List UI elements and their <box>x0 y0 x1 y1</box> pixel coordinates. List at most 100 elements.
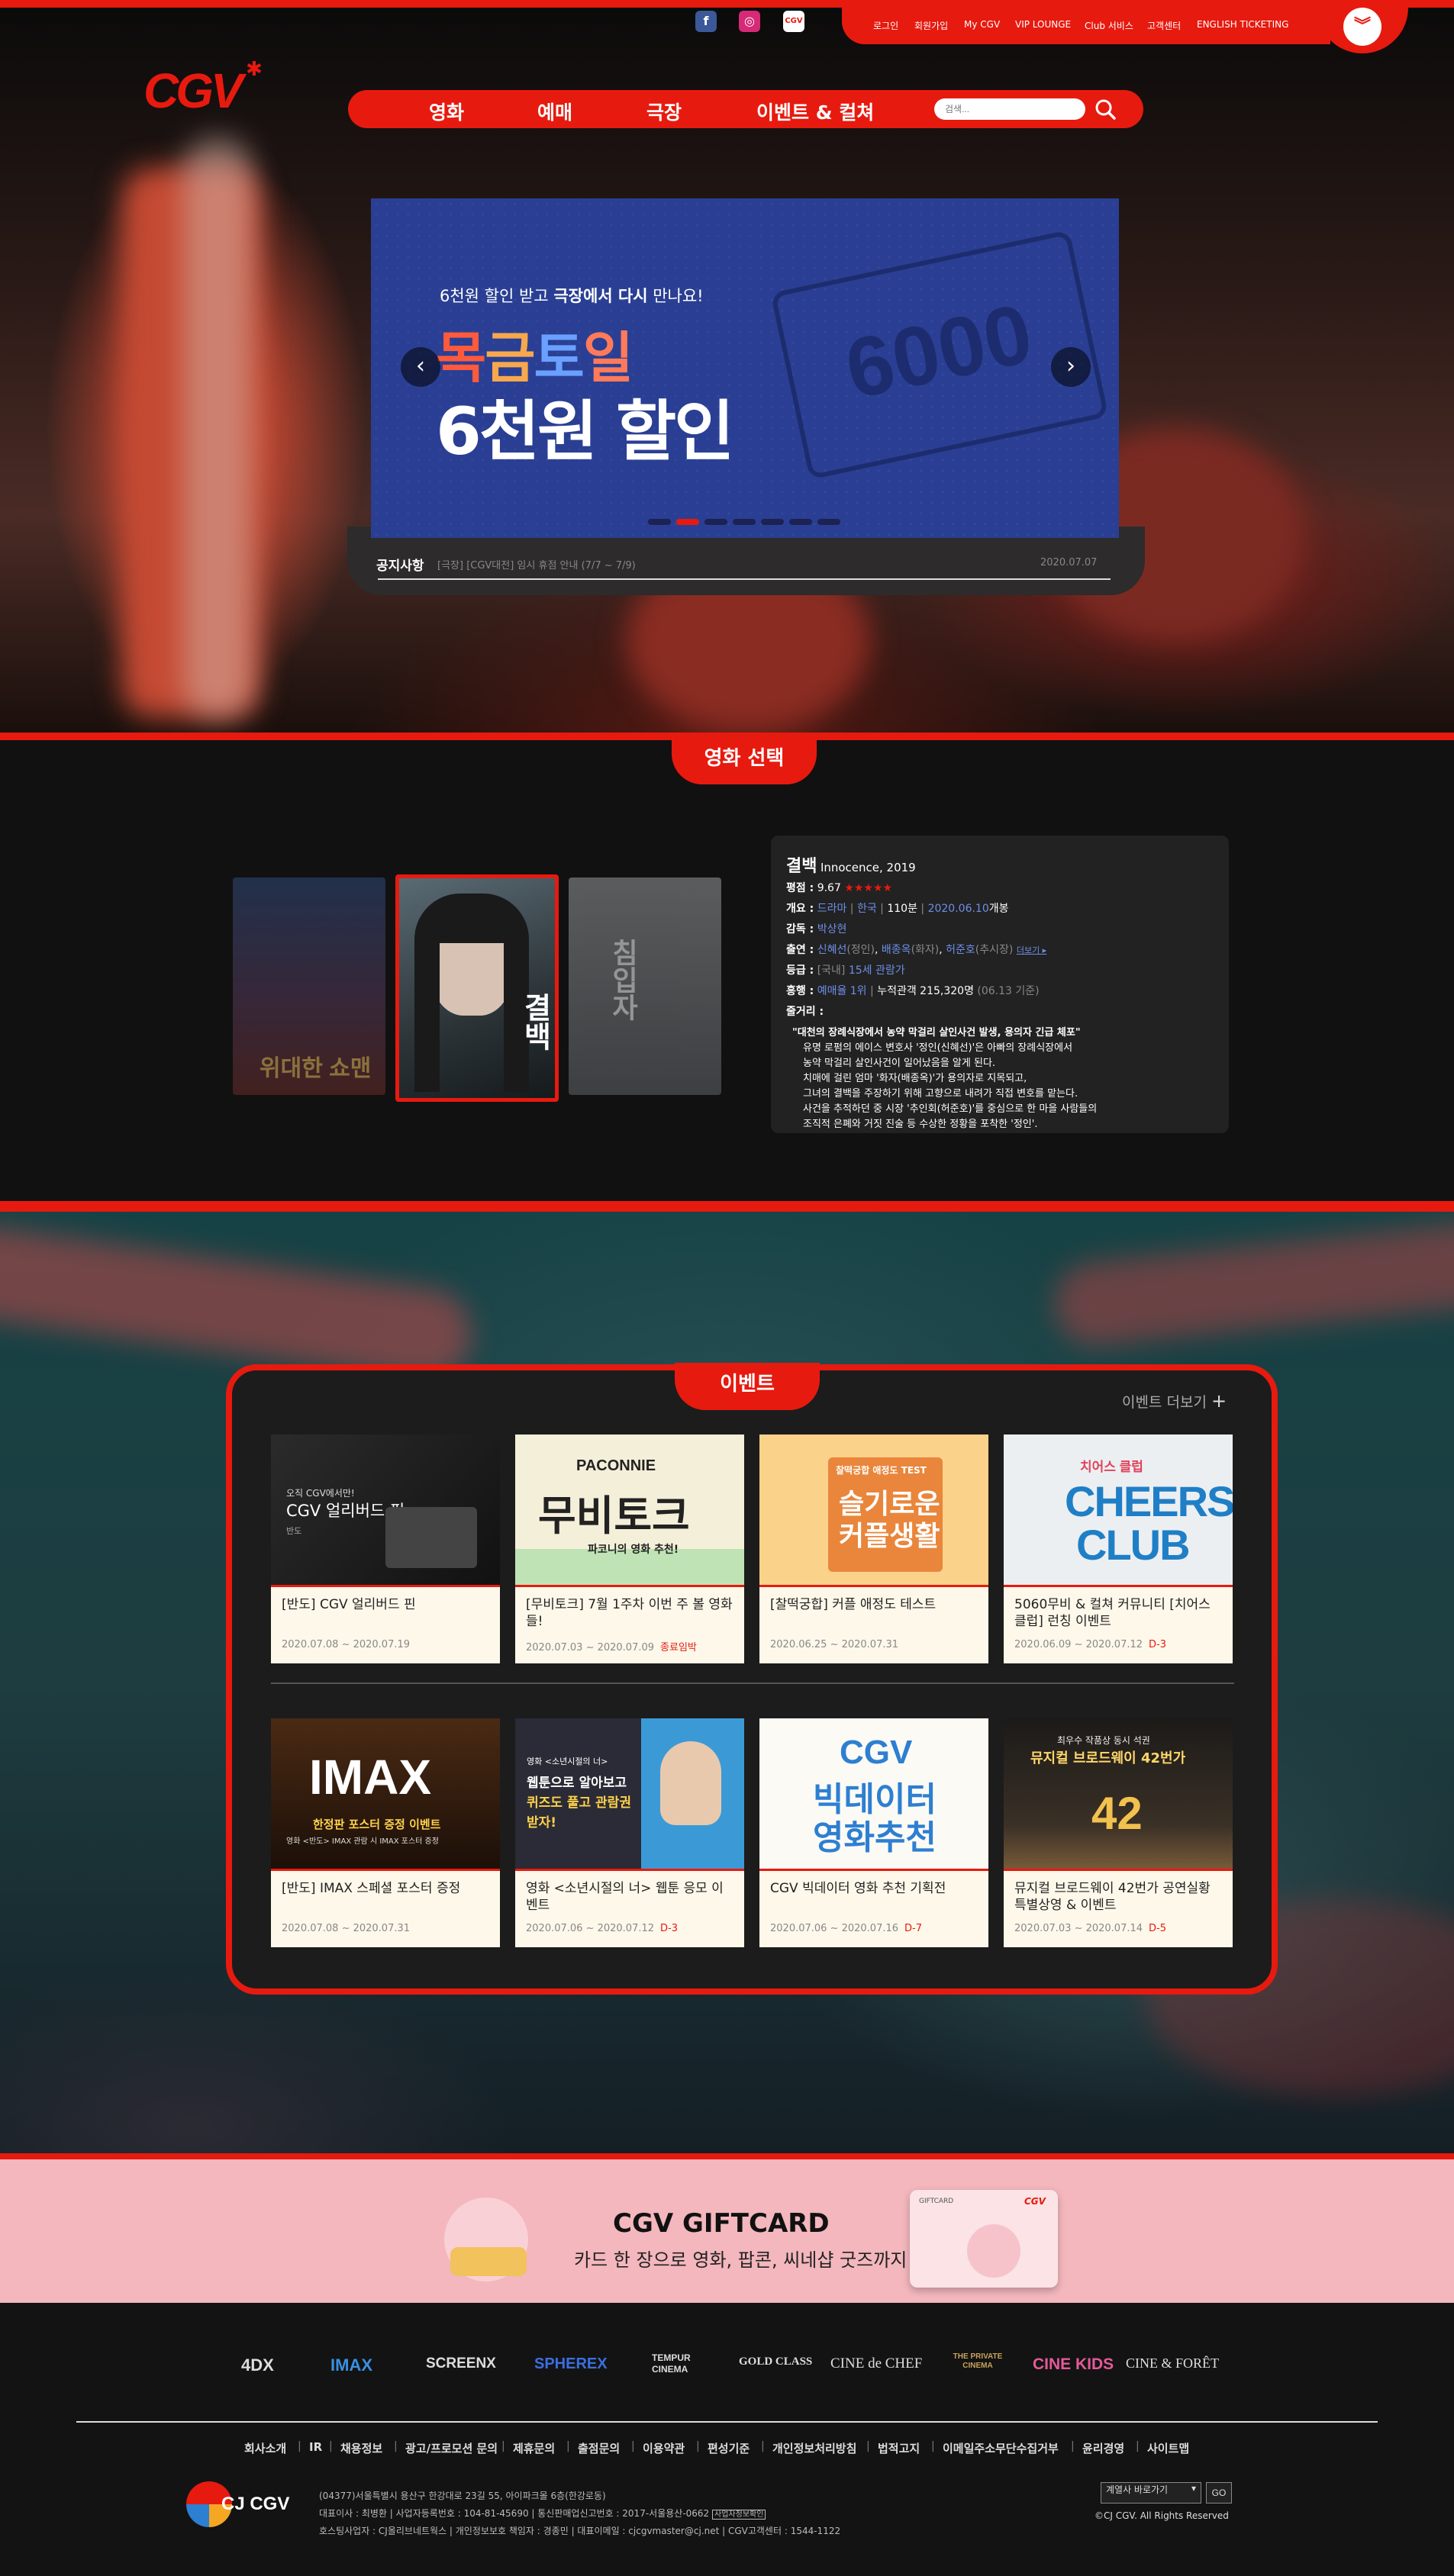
vip-lounge-link[interactable]: VIP LOUNGE <box>1015 19 1071 30</box>
footer-link-ethics[interactable]: 윤리경영 <box>1082 2440 1124 2456</box>
event-card[interactable]: 최우수 작품상 동시 석권 뮤지컬 브로드웨이 42번가 42 뮤지컬 브로드웨… <box>1004 1718 1233 1947</box>
event-title: [반도] CGV 얼리버드 핀 <box>282 1597 416 1612</box>
banner-slide-dot[interactable] <box>648 519 671 525</box>
banner-slide-dot[interactable] <box>733 519 756 525</box>
nav-movies[interactable]: 영화 <box>429 98 464 125</box>
footer-link-recruit[interactable]: 채용정보 <box>340 2440 382 2456</box>
instagram-icon[interactable]: ◎ <box>739 11 760 32</box>
mycgv-link[interactable]: My CGV <box>964 19 1000 30</box>
double-chevron-down-icon[interactable]: ︾ <box>1343 8 1381 46</box>
brand-gold-class[interactable]: GOLD CLASS <box>739 2355 812 2368</box>
footer-link-sitemap[interactable]: 사이트맵 <box>1147 2440 1189 2456</box>
brand-screenx[interactable]: SCREENX <box>426 2355 496 2372</box>
footer-link-terms[interactable]: 이용약관 <box>643 2440 685 2456</box>
event-img-text: CLUB <box>1076 1521 1191 1569</box>
facebook-icon[interactable]: f <box>695 11 717 32</box>
event-card[interactable]: 치어스 클럽 CHEERS CLUB 5060무비 & 컬쳐 커뮤니티 [치어스… <box>1004 1435 1233 1663</box>
genre-link[interactable]: 드라마 <box>817 903 847 915</box>
brand-tempur-cinema[interactable]: TEMPUR CINEMA <box>652 2352 713 2375</box>
join-link[interactable]: 회원가입 <box>914 19 948 32</box>
footer-link-store-inquiry[interactable]: 출점문의 <box>578 2440 620 2456</box>
event-card[interactable]: CGV 빅데이터 영화추천 CGV 빅데이터 영화 추천 기획전 2020.07… <box>759 1718 988 1947</box>
poster-innocence[interactable]: 결백 <box>395 874 559 1102</box>
club-service-link[interactable]: Club 서비스 <box>1085 19 1133 32</box>
cast-link[interactable]: 배종옥 <box>882 944 911 956</box>
search-input[interactable] <box>934 98 1085 120</box>
release-date[interactable]: 2020.06.10 <box>928 903 989 915</box>
brand-cine-de-chef[interactable]: CINE de CHEF <box>830 2355 922 2372</box>
event-img-text: IMAX <box>309 1750 431 1805</box>
banner-next-button[interactable]: › <box>1051 347 1091 387</box>
cast-link[interactable]: 허준호 <box>946 944 975 956</box>
brand-cine-kids[interactable]: CINE KIDS <box>1033 2355 1114 2374</box>
footer-link-legal[interactable]: 법적고지 <box>878 2440 920 2456</box>
event-card[interactable]: 오직 CGV에서만! CGV 얼리버드 핀 반도 [반도] CGV 얼리버드 핀… <box>271 1435 500 1663</box>
event-more-link[interactable]: 이벤트 더보기 + <box>1122 1390 1227 1412</box>
plot-headline: "대천의 장례식장에서 농약 막걸리 살인사건 발생, 용의자 긴급 체포" <box>792 1027 1081 1038</box>
brand-cine-foret[interactable]: CINE & FORÊT <box>1126 2355 1219 2372</box>
nav-events-culture[interactable]: 이벤트 & 컬쳐 <box>756 98 874 125</box>
event-card[interactable]: 영화 <소년시절의 너> 웹툰으로 알아보고 퀴즈도 풀고 관람권 받자! 영화… <box>515 1718 744 1947</box>
event-date: 2020.06.25 ~ 2020.07.31 <box>770 1639 899 1650</box>
login-link[interactable]: 로그인 <box>873 19 898 32</box>
event-bg-blur <box>1049 1218 1454 1351</box>
footer-link-schedule-policy[interactable]: 편성기준 <box>708 2440 750 2456</box>
nav-reservation[interactable]: 예매 <box>537 98 572 125</box>
family-site-select[interactable]: 계열사 바로가기 ▾ <box>1101 2482 1201 2504</box>
cast-more-link[interactable]: 더보기 ▸ <box>1017 945 1046 955</box>
footer-link-partnership[interactable]: 제휴문의 <box>513 2440 555 2456</box>
cast-link[interactable]: 신혜선 <box>817 944 847 956</box>
footer-link-email-refusal[interactable]: 이메일주소무단수집거부 <box>943 2440 1059 2456</box>
banner-slide-dot[interactable] <box>704 519 727 525</box>
summary-label: 개요 : <box>786 903 814 915</box>
event-card[interactable]: 찰떡궁합 애정도 TEST 슬기로운 커플생활 [찰떡궁합] 커플 애정도 테스… <box>759 1435 988 1663</box>
country-link[interactable]: 한국 <box>857 903 877 915</box>
banner-slide-dot[interactable] <box>676 519 699 525</box>
event-img-text: 찰떡궁합 애정도 TEST <box>836 1465 927 1476</box>
family-site-go-button[interactable]: GO <box>1206 2482 1232 2504</box>
banner-subtitle: 6천원 할인 받고 극장에서 다시 만나요! <box>440 287 704 305</box>
plot-line: 농약 막걸리 살인사건이 일어났음을 알게 된다. <box>803 1058 996 1069</box>
banner-slide-dot[interactable] <box>817 519 840 525</box>
event-img-text: CGV <box>840 1734 913 1771</box>
footer-separator: | <box>931 2440 935 2452</box>
movie-title: 결백 <box>786 857 817 876</box>
customer-center-link[interactable]: 고객센터 <box>1147 19 1181 32</box>
search-icon[interactable] <box>1092 96 1118 122</box>
poster-greatest-showman[interactable]: 위대한 쇼맨 <box>233 877 385 1095</box>
boxoffice-rank[interactable]: 예매율 1위 <box>817 985 867 997</box>
banner-slide-dot[interactable] <box>761 519 784 525</box>
notice-link[interactable]: [극장] [CGV대전] 임시 휴점 안내 (7/7 ~ 7/9) <box>437 557 636 572</box>
cast-role: (정인) <box>846 944 875 956</box>
event-card[interactable]: PACONNIE 무비토크 파코니의 영화 추천! [무비토크] 7월 1주차 … <box>515 1435 744 1663</box>
footer-link-company[interactable]: 회사소개 <box>244 2440 286 2456</box>
footer-link-privacy[interactable]: 개인정보처리방침 <box>772 2440 856 2456</box>
event-img-text: 영화 <소년시절의 너> <box>527 1757 608 1766</box>
event-title: 영화 <소년시절의 너> 웹툰 응모 이벤트 <box>526 1881 724 1913</box>
footer-separator: | <box>394 2440 398 2452</box>
cgv-app-icon[interactable]: CGV <box>783 11 804 32</box>
poster-title: 결백 <box>518 993 550 1051</box>
banner-slide-dot[interactable] <box>789 519 812 525</box>
main-banner[interactable]: 6000 6천원 할인 받고 극장에서 다시 만나요! 목금토일 6천원 할인 <box>371 198 1119 538</box>
footer-link-ir[interactable]: IR <box>309 2440 322 2454</box>
cgv-logo[interactable]: CGV <box>143 63 243 119</box>
brand-4dx[interactable]: 4DX <box>241 2355 274 2375</box>
rating-value: 9.67 <box>817 882 841 894</box>
event-img-text: PACONNIE <box>576 1457 656 1474</box>
footer-link-ad-inquiry[interactable]: 광고/프로모션 문의 <box>405 2440 498 2456</box>
movie-title-en: Innocence, 2019 <box>820 861 916 874</box>
poster-intruder[interactable]: 침입자 <box>569 877 721 1095</box>
brand-private-cinema[interactable]: THE PRIVATE CINEMA <box>943 2352 1012 2371</box>
director-label: 감독 : <box>786 923 814 935</box>
banner-prev-button[interactable]: ‹ <box>401 347 440 387</box>
event-card[interactable]: IMAX 한정판 포스터 증정 이벤트 영화 <반도> IMAX 관람 시 IM… <box>271 1718 500 1947</box>
english-ticketing-link[interactable]: ENGLISH TICKETING <box>1197 19 1288 30</box>
business-info-button[interactable]: 사업자정보확인 <box>712 2510 766 2520</box>
brand-spherex[interactable]: SPHEREX <box>534 2355 608 2373</box>
footer-separator: | <box>631 2440 635 2452</box>
nav-theaters[interactable]: 극장 <box>646 98 682 125</box>
director-link[interactable]: 박상현 <box>817 923 847 935</box>
grade-link[interactable]: 15세 관람가 <box>849 964 905 977</box>
brand-imax[interactable]: IMAX <box>330 2355 372 2375</box>
